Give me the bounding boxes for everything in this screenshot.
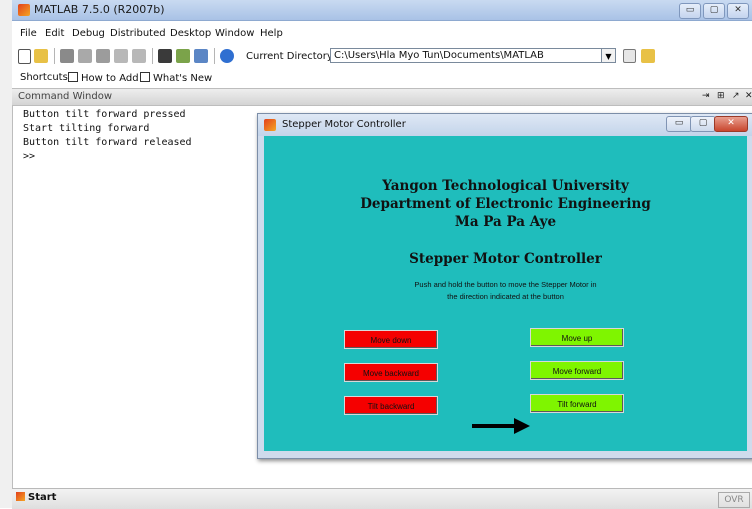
matlab-logo-icon (18, 4, 30, 16)
status-bar: Start OVR (12, 488, 752, 509)
figure-maximize-button[interactable]: ▢ (690, 116, 716, 132)
browse-folder-button[interactable] (623, 49, 636, 63)
command-output-line: Button tilt forward pressed (23, 109, 186, 120)
move-down-button[interactable]: Move down (344, 330, 438, 349)
shortcut-icon (140, 72, 150, 82)
start-button[interactable]: Start (16, 492, 56, 503)
department-name: Department of Electronic Engineering (360, 196, 651, 212)
guide-icon[interactable] (176, 49, 190, 63)
move-up-button[interactable]: Move up (530, 328, 624, 347)
matlab-figure-icon (264, 119, 276, 131)
close-button[interactable]: ✕ (727, 3, 749, 19)
shortcuts-label: Shortcuts (20, 72, 68, 83)
command-output-line: Start tilting forward (23, 123, 150, 134)
toolbar: Current Directory: ▼ (12, 46, 752, 68)
instruction-line: the direction indicated at the button (447, 292, 564, 301)
tilt-forward-button[interactable]: Tilt forward (530, 394, 624, 413)
open-folder-icon[interactable] (34, 49, 48, 63)
go-up-folder-icon[interactable] (641, 49, 655, 63)
shortcut-icon (68, 72, 78, 82)
matlab-title-bar: MATLAB 7.5.0 (R2007b) ▭ ▢ ✕ (12, 0, 752, 21)
controller-subtitle: Stepper Motor Controller (409, 251, 602, 267)
copy-icon[interactable] (78, 49, 92, 63)
undo-icon[interactable] (114, 49, 128, 63)
new-file-icon[interactable] (18, 49, 31, 64)
toolbar-separator (54, 48, 55, 64)
current-directory-label: Current Directory: (246, 51, 336, 62)
move-backward-button[interactable]: Move backward (344, 363, 438, 382)
menu-edit[interactable]: Edit (45, 28, 64, 39)
command-window-header: Command Window ⇥ ⊞ ↗ ✕ (12, 88, 752, 106)
university-name: Yangon Technological University (382, 178, 629, 194)
current-directory-field[interactable] (330, 48, 602, 63)
menu-file[interactable]: File (20, 28, 37, 39)
profiler-icon[interactable] (194, 49, 208, 63)
command-window-title: Command Window (18, 91, 113, 102)
simulink-icon[interactable] (158, 49, 172, 63)
overwrite-mode-indicator: OVR (718, 492, 750, 508)
command-prompt[interactable]: >> (23, 151, 35, 162)
move-forward-button[interactable]: Move forward (530, 361, 624, 380)
toolbar-separator (214, 48, 215, 64)
shortcut-how-to-add[interactable]: How to Add (68, 72, 139, 84)
tilt-backward-button[interactable]: Tilt backward (344, 396, 438, 415)
figure-title: Stepper Motor Controller (282, 119, 406, 130)
figure-canvas: Yangon Technological University Departme… (264, 136, 747, 451)
pin-icon[interactable]: ↗ (732, 91, 740, 101)
help-icon[interactable] (220, 49, 234, 63)
redo-icon[interactable] (132, 49, 146, 63)
command-output-line: Button tilt forward released (23, 137, 192, 148)
maximize-button[interactable]: ▢ (703, 3, 725, 19)
paste-icon[interactable] (96, 49, 110, 63)
toolbar-separator (152, 48, 153, 64)
undock-icon[interactable]: ⇥ (702, 91, 710, 101)
shortcuts-bar: Shortcuts How to Add What's New (12, 70, 752, 86)
figure-close-button[interactable]: ✕ (714, 116, 748, 132)
menu-desktop[interactable]: Desktop (170, 28, 211, 39)
pointer-arrow-shaft (472, 424, 516, 428)
menu-debug[interactable]: Debug (72, 28, 105, 39)
pointer-arrow-icon (514, 418, 530, 434)
layout-icon[interactable]: ⊞ (717, 91, 725, 101)
menu-bar: File Edit Debug Distributed Desktop Wind… (12, 26, 752, 42)
menu-distributed[interactable]: Distributed (110, 28, 166, 39)
chevron-down-icon[interactable]: ▼ (602, 48, 616, 63)
figure-minimize-button[interactable]: ▭ (666, 116, 692, 132)
left-desktop-strip (0, 0, 12, 508)
matlab-start-icon (16, 492, 25, 501)
window-title: MATLAB 7.5.0 (R2007b) (34, 3, 165, 16)
close-icon[interactable]: ✕ (745, 91, 752, 101)
minimize-button[interactable]: ▭ (679, 3, 701, 19)
menu-help[interactable]: Help (260, 28, 283, 39)
stepper-motor-figure-window: Stepper Motor Controller ▭ ▢ ✕ Yangon Te… (257, 113, 752, 459)
author-name: Ma Pa Pa Aye (454, 214, 557, 230)
instruction-line: Push and hold the button to move the Ste… (414, 280, 597, 289)
figure-title-bar: Stepper Motor Controller ▭ ▢ ✕ (258, 114, 752, 136)
shortcut-whats-new[interactable]: What's New (140, 72, 212, 84)
cut-icon[interactable] (60, 49, 74, 63)
menu-window[interactable]: Window (215, 28, 254, 39)
